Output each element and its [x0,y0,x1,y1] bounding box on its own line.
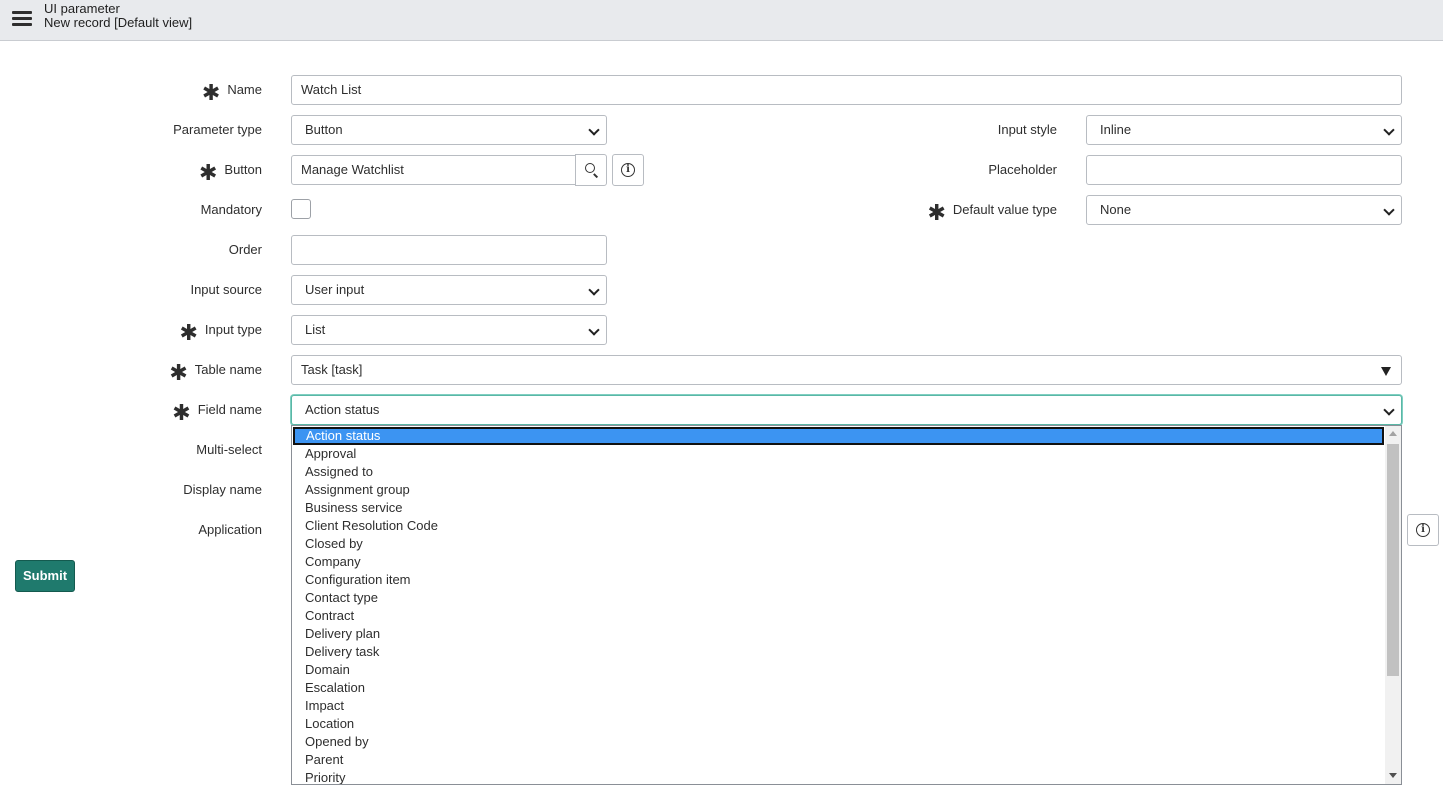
dropdown-option[interactable]: Parent [292,751,1384,769]
scroll-down-arrow-icon[interactable] [1389,773,1397,778]
parameter-type-select[interactable]: Button [291,115,607,145]
name-field[interactable]: Watch List [291,75,1402,105]
chevron-down-icon [588,124,600,136]
display-name-label: Display name [183,482,262,497]
input-source-label: Input source [190,282,262,297]
mandatory-label: Mandatory [200,202,262,217]
menu-icon[interactable] [12,9,34,27]
chevron-down-icon [588,324,600,336]
dropdown-option[interactable]: Delivery plan [292,625,1384,643]
required-icon: ✱ [198,160,218,185]
info-icon: i [621,163,635,177]
top-header: UI parameter New record [Default view] [0,0,1443,41]
input-type-label: ✱ Input type [179,320,262,345]
table-name-select[interactable]: Task [task] [291,355,1402,385]
field-name-options-list[interactable]: Action status Approval Assigned to Assignme… [291,425,1402,785]
placeholder-field[interactable] [1086,155,1402,185]
required-icon: ✱ [169,360,188,385]
scroll-up-arrow-icon[interactable] [1389,431,1397,436]
default-value-type-select[interactable]: None [1086,195,1402,225]
dropdown-option[interactable]: Impact [292,697,1384,715]
field-name-select[interactable]: Action status [291,395,1402,425]
chevron-down-icon [1383,204,1395,216]
preview-button[interactable]: i [612,154,644,186]
dropdown-option[interactable]: Domain [292,661,1384,679]
page-title: UI parameter [44,1,120,16]
scrollbar-thumb[interactable] [1387,444,1399,676]
dropdown-option[interactable]: Business service [292,499,1384,517]
field-name-label: ✱ Field name [172,400,262,425]
application-label: Application [198,522,262,537]
placeholder-label: Placeholder [988,162,1057,177]
dropdown-option[interactable]: Priority [292,769,1384,784]
application-info-button[interactable]: i [1407,514,1439,546]
required-icon: ✱ [172,400,191,425]
submit-button[interactable]: Submit [15,560,75,592]
dropdown-option[interactable]: Opened by [292,733,1384,751]
dropdown-option[interactable]: Contact type [292,589,1384,607]
lookup-button[interactable] [575,154,607,186]
name-label: ✱ Name [201,80,262,105]
dropdown-option[interactable]: Configuration item [292,571,1384,589]
order-field[interactable] [291,235,607,265]
default-value-type-label: ✱ Default value type [927,200,1057,225]
input-source-select[interactable]: User input [291,275,607,305]
dropdown-option[interactable]: Location [292,715,1384,733]
required-icon: ✱ [179,320,198,345]
required-icon: ✱ [927,200,946,225]
scrollbar[interactable] [1385,426,1401,784]
dropdown-option[interactable]: Action status [293,427,1384,445]
dropdown-option[interactable]: Contract [292,607,1384,625]
dropdown-option[interactable]: Assignment group [292,481,1384,499]
multi-select-label: Multi-select [196,442,262,457]
caret-down-icon [1381,367,1391,376]
button-label: ✱ Button [198,160,262,185]
dropdown-option[interactable]: Escalation [292,679,1384,697]
dropdown-option[interactable]: Closed by [292,535,1384,553]
parameter-type-label: Parameter type [173,122,262,137]
dropdown-option[interactable]: Approval [292,445,1384,463]
page-subtitle: New record [Default view] [44,15,193,30]
required-icon: ✱ [201,80,221,105]
button-reference-field[interactable]: Manage Watchlist [291,155,576,185]
dropdown-option[interactable]: Delivery task [292,643,1384,661]
chevron-down-icon [1383,404,1395,416]
info-icon: i [1416,523,1430,537]
table-name-label: ✱ Table name [169,360,262,385]
input-style-label: Input style [997,122,1057,137]
mandatory-checkbox[interactable] [291,199,311,219]
input-type-select[interactable]: List [291,315,607,345]
chevron-down-icon [1383,124,1395,136]
dropdown-option[interactable]: Company [292,553,1384,571]
order-label: Order [228,242,262,257]
chevron-down-icon [588,284,600,296]
dropdown-option[interactable]: Client Resolution Code [292,517,1384,535]
dropdown-option[interactable]: Assigned to [292,463,1384,481]
input-style-select[interactable]: Inline [1086,115,1402,145]
